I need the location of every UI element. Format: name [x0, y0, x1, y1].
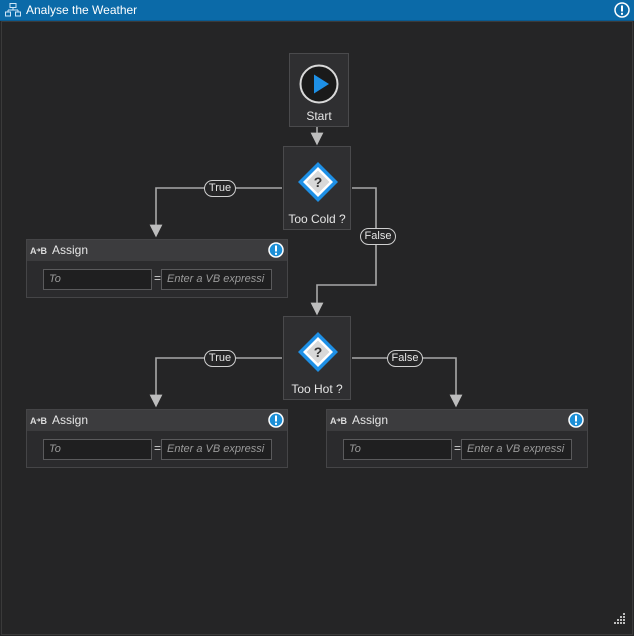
svg-text:?: ? [314, 344, 323, 360]
assign-icon: A B [30, 245, 48, 259]
warning-icon[interactable] [568, 412, 584, 431]
svg-text:?: ? [314, 174, 323, 190]
assign-value-field[interactable]: Enter a VB expressi [161, 269, 272, 290]
assign-icon: A B [330, 415, 348, 429]
assign-value-field[interactable]: Enter a VB expressi [161, 439, 272, 460]
assign-activity[interactable]: A B Assign To = Enter a VB expressi [326, 409, 588, 468]
assign-activity[interactable]: A B Assign To = Enter a VB expressi [26, 409, 288, 468]
warning-icon[interactable] [268, 412, 284, 431]
assign-activity[interactable]: A B Assign To = Enter a VB expressi [26, 239, 288, 298]
svg-text:B: B [41, 416, 48, 426]
flowchart-canvas[interactable]: Start ? Too Cold ? ? Too Hot ? True Fals… [1, 21, 633, 635]
assign-to-field[interactable]: To [343, 439, 452, 460]
decision-icon: ? [297, 331, 339, 378]
svg-text:B: B [41, 246, 48, 256]
assign-title: Assign [52, 413, 89, 427]
decision-too-cold[interactable]: ? Too Cold ? [283, 146, 351, 230]
assign-header[interactable]: A B Assign [27, 410, 287, 431]
false-branch-label[interactable]: False [360, 228, 396, 245]
window-title: Analyse the Weather [26, 3, 138, 17]
decision-label: Too Cold ? [288, 212, 346, 226]
equals-sign: = [154, 441, 162, 455]
flowchart-icon [5, 3, 21, 20]
assign-header[interactable]: A B Assign [27, 240, 287, 261]
assign-title: Assign [352, 413, 389, 427]
svg-text:A: A [330, 416, 337, 426]
assign-header[interactable]: A B Assign [327, 410, 587, 431]
decision-icon: ? [297, 161, 339, 208]
false-branch-label[interactable]: False [387, 350, 423, 367]
play-icon [299, 64, 339, 109]
svg-text:A: A [30, 416, 37, 426]
decision-too-hot[interactable]: ? Too Hot ? [283, 316, 351, 400]
designer-title-bar: Analyse the Weather [0, 0, 634, 21]
svg-text:A: A [30, 246, 37, 256]
svg-text:B: B [341, 416, 348, 426]
resize-grip-icon[interactable] [614, 611, 626, 629]
validation-warning-icon[interactable] [614, 2, 630, 21]
assign-to-field[interactable]: To [43, 439, 152, 460]
decision-label: Too Hot ? [291, 382, 343, 396]
assign-title: Assign [52, 243, 89, 257]
start-node[interactable]: Start [289, 53, 349, 127]
start-label: Start [306, 109, 332, 123]
assign-icon: A B [30, 415, 48, 429]
assign-to-field[interactable]: To [43, 269, 152, 290]
equals-sign: = [454, 441, 462, 455]
assign-value-field[interactable]: Enter a VB expressi [461, 439, 572, 460]
equals-sign: = [154, 271, 162, 285]
warning-icon[interactable] [268, 242, 284, 261]
true-branch-label[interactable]: True [204, 350, 236, 367]
true-branch-label[interactable]: True [204, 180, 236, 197]
